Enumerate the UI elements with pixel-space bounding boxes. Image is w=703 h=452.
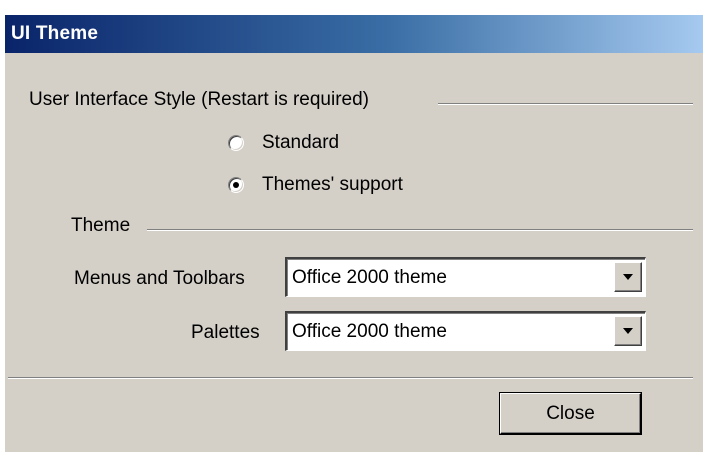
radio-selected-dot [233,182,239,188]
palettes-value: Office 2000 theme [292,321,447,342]
ui-theme-dialog: UI Theme User Interface Style (Restart i… [4,14,703,452]
chevron-down-icon [623,328,633,334]
radio-standard-label[interactable]: Standard [262,132,339,154]
palettes-label: Palettes [191,322,260,343]
menus-toolbars-dropdown-button[interactable] [614,262,642,292]
title-bar[interactable]: UI Theme [5,15,703,53]
palettes-dropdown-button[interactable] [614,316,642,346]
close-button[interactable]: Close [500,393,641,434]
theme-group-divider [147,229,693,231]
footer-divider [8,377,693,379]
menus-toolbars-label: Menus and Toolbars [74,268,245,289]
style-group-divider [438,103,693,105]
theme-group-label: Theme [71,215,131,236]
menus-toolbars-select[interactable]: Office 2000 theme [285,257,646,297]
window-title: UI Theme [11,23,99,44]
radio-themes-support-label[interactable]: Themes' support [262,174,403,196]
radio-themes-support[interactable] [228,177,244,193]
chevron-down-icon [623,274,633,280]
palettes-select[interactable]: Office 2000 theme [285,311,646,351]
style-group-label: User Interface Style (Restart is require… [29,89,370,110]
radio-standard[interactable] [228,135,244,151]
menus-toolbars-value: Office 2000 theme [292,267,447,288]
